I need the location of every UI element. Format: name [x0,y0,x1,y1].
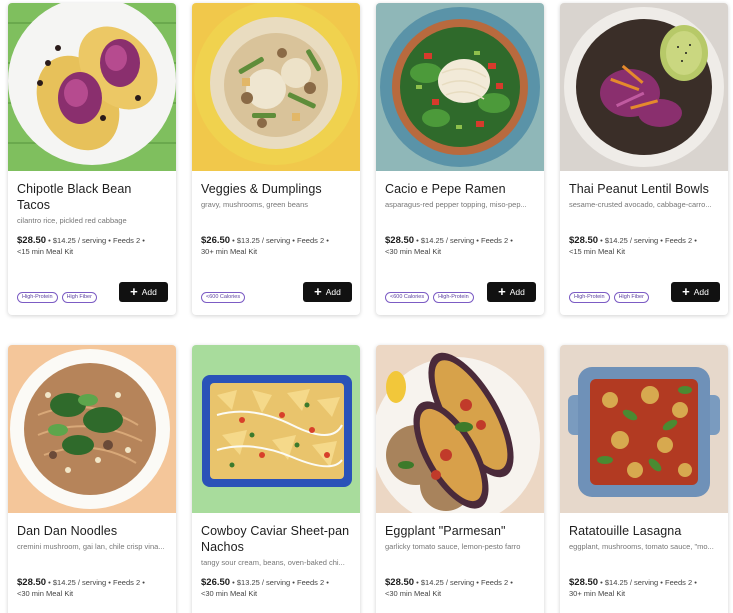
tag-list: <600 Calories High-Protein [385,292,474,303]
serving-details: • $14.25 / serving • Feeds 2 • [46,236,145,245]
meal-title[interactable]: Cowboy Caviar Sheet-pan Nachos [201,523,351,555]
meal-title[interactable]: Ratatouille Lasagna [569,523,719,539]
meal-kit-time: <30 min Meal Kit [385,589,442,598]
meal-title[interactable]: Cacio e Pepe Ramen [385,181,535,197]
meal-price: $28.50 [17,577,47,588]
price-info: $28.50 • $14.25 / serving • Feeds 2 • <3… [385,235,535,257]
meal-subtitle: asparagus-red pepper topping, miso-pep..… [385,200,527,209]
meal-kit-time: 30+ min Meal Kit [569,589,626,598]
meal-grid: Chipotle Black Bean Tacos cilantro rice,… [0,0,733,613]
plus-icon: + [130,284,138,299]
meal-kit-time: <30 min Meal Kit [385,247,442,256]
tag-badge: High Fiber [613,292,649,303]
add-button-label: Add [141,287,157,297]
meal-card[interactable]: Dan Dan Noodles cremini mushroom, gai la… [8,345,176,613]
meal-price: $28.50 [385,577,415,588]
meal-subtitle: eggplant, mushrooms, tomato sauce, "mo..… [569,542,714,551]
serving-details: • $14.25 / serving • Feeds 2 • [598,578,697,587]
tag-badge: High-Protein [433,292,474,303]
meal-price: $28.50 [385,235,415,246]
meal-card[interactable]: Ratatouille Lasagna eggplant, mushrooms,… [560,345,728,613]
add-button[interactable]: + Add [487,282,536,302]
meal-card[interactable]: Veggies & Dumplings gravy, mushrooms, gr… [192,3,360,315]
serving-details: • $13.25 / serving • Feeds 2 • [230,236,329,245]
meal-subtitle: cilantro rice, pickled red cabbage [17,216,127,225]
price-info: $26.50 • $13.25 / serving • Feeds 2 • 30… [201,235,351,257]
price-info: $26.50 • $13.25 / serving • Feeds 2 • <3… [201,577,351,599]
add-button-label: Add [325,287,341,297]
meal-kit-time: 30+ min Meal Kit [201,247,258,256]
meal-kit-time: <30 min Meal Kit [17,589,74,598]
price-info: $28.50 • $14.25 / serving • Feeds 2 • <1… [17,235,167,257]
price-info: $28.50 • $14.25 / serving • Feeds 2 • <1… [569,235,719,257]
meal-subtitle: tangy sour cream, beans, oven-baked chi.… [201,558,345,567]
dumplings-photo[interactable] [192,3,360,171]
add-button[interactable]: + Add [303,282,352,302]
tag-badge: <600 Calories [201,292,246,303]
price-info: $28.50 • $14.25 / serving • Feeds 2 • <3… [385,577,535,599]
meal-subtitle: gravy, mushrooms, green beans [201,200,308,209]
add-button-label: Add [509,287,525,297]
tag-badge: <600 Calories [385,292,430,303]
lasagna-photo[interactable] [560,345,728,513]
tag-badge: High Fiber [61,292,97,303]
meal-kit-time: <30 min Meal Kit [201,589,258,598]
serving-details: • $14.25 / serving • Feeds 2 • [598,236,697,245]
tacos-photo[interactable] [8,3,176,171]
tag-badge: High-Protein [17,292,58,303]
meal-subtitle: sesame-crusted avocado, cabbage-carro... [569,200,712,209]
plus-icon: + [498,284,506,299]
meal-subtitle: cremini mushroom, gai lan, chile crisp v… [17,542,165,551]
meal-card[interactable]: Thai Peanut Lentil Bowls sesame-crusted … [560,3,728,315]
meal-price: $28.50 [17,235,47,246]
serving-details: • $14.25 / serving • Feeds 2 • [414,236,513,245]
plus-icon: + [682,284,690,299]
tag-list: High-Protein High Fiber [17,292,97,303]
add-button-label: Add [693,287,709,297]
meal-title[interactable]: Dan Dan Noodles [17,523,167,539]
meal-price: $28.50 [569,235,599,246]
serving-details: • $14.25 / serving • Feeds 2 • [414,578,513,587]
price-info: $28.50 • $14.25 / serving • Feeds 2 • <3… [17,577,167,599]
meal-card[interactable]: Cowboy Caviar Sheet-pan Nachos tangy sou… [192,345,360,613]
tag-list: High-Protein High Fiber [569,292,649,303]
plus-icon: + [314,284,322,299]
ramen-photo[interactable] [376,3,544,171]
meal-title[interactable]: Chipotle Black Bean Tacos [17,181,167,213]
meal-title[interactable]: Veggies & Dumplings [201,181,351,197]
meal-card[interactable]: Cacio e Pepe Ramen asparagus-red pepper … [376,3,544,315]
meal-kit-time: <15 min Meal Kit [17,247,74,256]
eggplant-photo[interactable] [376,345,544,513]
meal-title[interactable]: Thai Peanut Lentil Bowls [569,181,719,197]
meal-title[interactable]: Eggplant "Parmesan" [385,523,535,539]
meal-subtitle: garlicky tomato sauce, lemon-pesto farro [385,542,521,551]
serving-details: • $14.25 / serving • Feeds 2 • [46,578,145,587]
meal-kit-time: <15 min Meal Kit [569,247,626,256]
tag-list: <600 Calories [201,292,246,303]
meal-price: $26.50 [201,235,231,246]
price-info: $28.50 • $14.25 / serving • Feeds 2 • 30… [569,577,719,599]
meal-price: $26.50 [201,577,231,588]
tag-badge: High-Protein [569,292,610,303]
serving-details: • $13.25 / serving • Feeds 2 • [230,578,329,587]
lentil-bowl-photo[interactable] [560,3,728,171]
meal-price: $28.50 [569,577,599,588]
add-button[interactable]: + Add [671,282,720,302]
add-button[interactable]: + Add [119,282,168,302]
meal-card[interactable]: Eggplant "Parmesan" garlicky tomato sauc… [376,345,544,613]
noodles-photo[interactable] [8,345,176,513]
nachos-photo[interactable] [192,345,360,513]
meal-card[interactable]: Chipotle Black Bean Tacos cilantro rice,… [8,3,176,315]
